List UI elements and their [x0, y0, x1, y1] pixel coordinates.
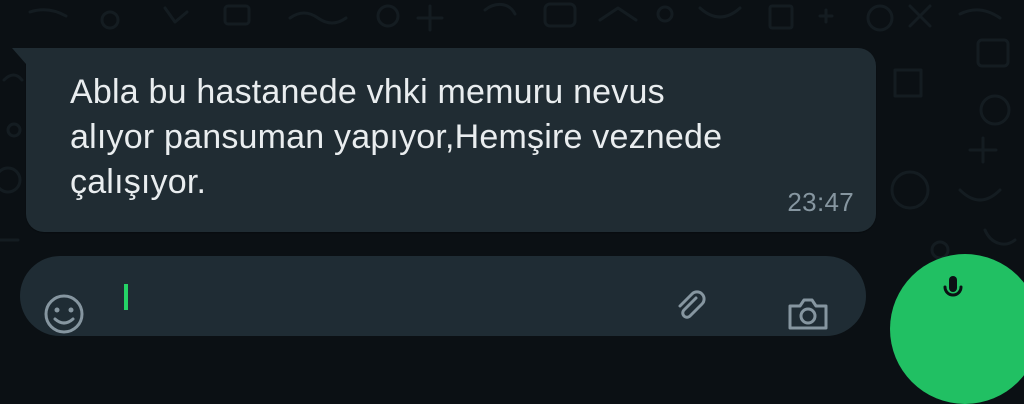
incoming-message-bubble[interactable]: Abla bu hastanede vhki memuru nevus alıy…	[12, 48, 876, 232]
camera-icon[interactable]	[784, 292, 832, 332]
message-timestamp: 23:47	[787, 187, 854, 217]
message-input-bar[interactable]	[20, 256, 866, 336]
emoji-icon[interactable]	[42, 292, 86, 336]
text-cursor	[124, 284, 128, 310]
message-text: Abla bu hastanede vhki memuru nevus alıy…	[70, 73, 723, 201]
bubble-tail	[12, 48, 26, 64]
paperclip-icon[interactable]	[670, 286, 710, 326]
microphone-button[interactable]	[890, 254, 1024, 404]
microphone-icon	[943, 276, 963, 297]
